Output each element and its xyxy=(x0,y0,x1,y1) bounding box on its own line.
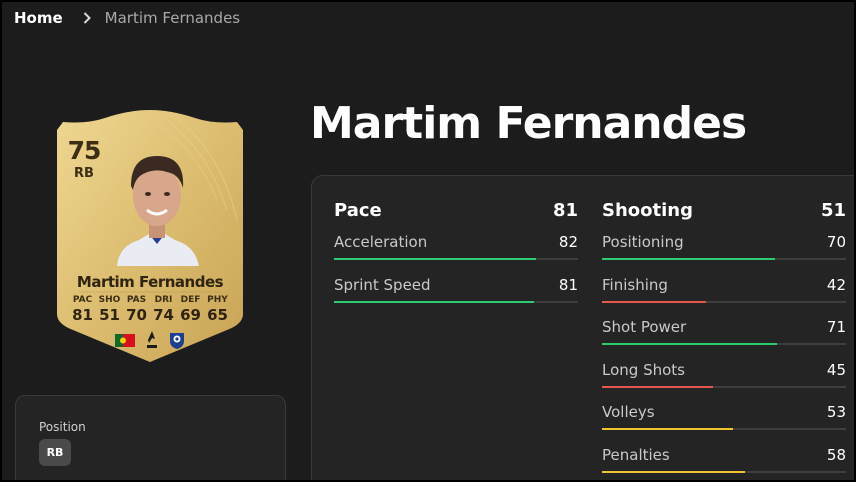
player-photo xyxy=(117,156,199,266)
card-stat-label: PHY xyxy=(207,295,228,305)
card-stat-value: 51 xyxy=(99,306,120,324)
stat-row: Positioning 70 xyxy=(602,222,846,265)
stat-group-title: Shooting xyxy=(602,199,693,221)
card-stat: PHY 65 xyxy=(204,295,231,324)
card-stat-label: PAS xyxy=(126,295,147,305)
card-badges xyxy=(115,330,185,350)
stat-row: Shot Power 71 xyxy=(602,307,846,350)
stat-row: Finishing 42 xyxy=(602,265,846,308)
club-crest-icon xyxy=(170,333,184,349)
breadcrumb-home-link[interactable]: Home xyxy=(14,9,63,27)
stat-value: 70 xyxy=(826,233,846,251)
page-title: Martim Fernandes xyxy=(310,98,747,149)
stat-bar-fill xyxy=(602,470,745,473)
card-stat: DEF 69 xyxy=(177,295,204,324)
card-stat: DRI 74 xyxy=(150,295,177,324)
card-stats: PAC 81 SHO 51 PAS 70 DRI 74 DEF 69 PHY 6… xyxy=(69,295,231,324)
stat-bar-fill xyxy=(334,300,534,303)
card-stat-value: 70 xyxy=(126,306,147,324)
stat-name: Volleys xyxy=(602,403,655,421)
card-stat: PAS 70 xyxy=(123,295,150,324)
stat-name: Sprint Speed xyxy=(334,275,431,294)
position-label: Position xyxy=(39,420,86,434)
card-stat-label: PAC xyxy=(72,295,93,305)
card-stat-label: SHO xyxy=(98,295,121,305)
stat-name: Penalties xyxy=(602,445,670,464)
stat-name: Positioning xyxy=(602,233,684,251)
stat-group-title: Pace xyxy=(334,199,382,221)
breadcrumb-current: Martim Fernandes xyxy=(104,9,241,27)
card-stat: SHO 51 xyxy=(96,295,123,324)
position-badge: RB xyxy=(39,439,71,466)
stat-name: Shot Power xyxy=(602,318,687,336)
stat-row: Acceleration 82 xyxy=(334,222,578,265)
stat-bar-track xyxy=(602,343,846,345)
stat-bar-fill xyxy=(334,258,537,260)
stat-name: Acceleration xyxy=(334,233,428,251)
stat-bar-track xyxy=(334,258,578,260)
stat-bar-fill xyxy=(602,258,775,260)
stat-name: Finishing xyxy=(602,275,668,294)
stat-bar-fill xyxy=(602,428,733,430)
stat-group-header: Pace 81 xyxy=(334,198,578,222)
card-position: RB xyxy=(74,166,94,181)
card-stat-value: 81 xyxy=(72,306,93,324)
stat-value: 45 xyxy=(826,360,846,379)
stat-bar-fill xyxy=(602,385,713,388)
stat-value: 71 xyxy=(826,318,846,336)
stat-bar-track xyxy=(602,470,846,473)
card-stat-label: DEF xyxy=(180,295,201,305)
player-card: 75 RB Martim Fernandes PAC 81 SHO 51 PAS… xyxy=(57,110,243,362)
stat-row: Volleys 53 xyxy=(602,392,846,435)
card-stat-value: 69 xyxy=(180,306,201,324)
stat-value: 53 xyxy=(826,403,846,421)
stat-bar-track xyxy=(602,300,846,303)
stat-bar-fill xyxy=(602,343,777,345)
card-stat-label: DRI xyxy=(154,295,173,305)
stats-panel: Pace 81 Acceleration 82 Sprint Speed 81 … xyxy=(311,175,856,482)
card-player-name: Martim Fernandes xyxy=(76,273,224,291)
chevron-right-icon xyxy=(83,12,91,24)
stat-group-shooting: Shooting 51 Positioning 70 Finishing 42 … xyxy=(602,198,846,477)
stat-value: 82 xyxy=(558,233,578,251)
stat-name: Long Shots xyxy=(602,360,685,379)
card-rating: 75 xyxy=(67,136,102,165)
stat-row: Sprint Speed 81 xyxy=(334,265,578,308)
stat-group-header: Shooting 51 xyxy=(602,198,846,222)
stat-bar-track xyxy=(602,428,846,430)
stat-group-value: 51 xyxy=(820,199,846,221)
breadcrumb: Home Martim Fernandes xyxy=(14,8,240,28)
league-logo-icon xyxy=(147,331,157,348)
stat-value: 58 xyxy=(826,445,846,464)
stat-row: Penalties 58 xyxy=(602,435,846,478)
card-stat: PAC 81 xyxy=(69,295,96,324)
portugal-flag-icon xyxy=(115,333,135,347)
stat-bar-track xyxy=(602,385,846,388)
stat-bar-fill xyxy=(602,300,706,303)
stat-group-value: 81 xyxy=(552,199,578,221)
stat-bar-track xyxy=(334,300,578,303)
stat-bar-track xyxy=(602,258,846,260)
stat-value: 42 xyxy=(826,275,846,294)
stat-value: 81 xyxy=(558,275,578,294)
card-stat-value: 65 xyxy=(207,306,228,324)
card-stat-value: 74 xyxy=(153,306,174,324)
position-panel: Position RB xyxy=(15,395,286,482)
stat-row: Long Shots 45 xyxy=(602,350,846,393)
stat-group-pace: Pace 81 Acceleration 82 Sprint Speed 81 xyxy=(334,198,578,307)
